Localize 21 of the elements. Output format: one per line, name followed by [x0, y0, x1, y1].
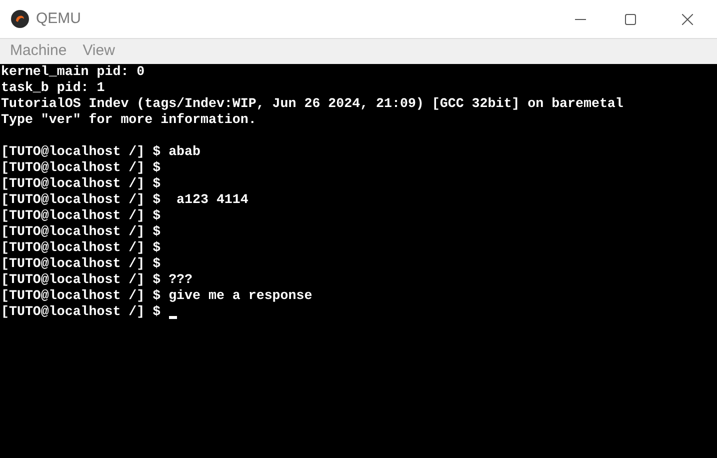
terminal-line: task_b pid: 1 [1, 80, 105, 96]
terminal-line: kernel_main pid: 0 [1, 64, 145, 80]
terminal-line: TutorialOS Indev (tags/Indev:WIP, Jun 26 2024, 21:09) [GCC 32bit] on baremetal [1, 96, 624, 112]
terminal-line: [TUTO@localhost /] $ give me a response [1, 288, 312, 304]
terminal-line: [TUTO@localhost /] $ [1, 256, 161, 272]
terminal-line: [TUTO@localhost /] $ [1, 160, 161, 176]
maximize-icon [624, 14, 636, 24]
terminal-line: [TUTO@localhost /] $ [1, 208, 161, 224]
terminal-line: Type "ver" for more information. [1, 112, 256, 128]
terminal-line: [TUTO@localhost /] $ abab [1, 144, 200, 160]
terminal-line: [TUTO@localhost /] $ [1, 224, 161, 240]
menu-item[interactable]: Machine [10, 40, 67, 63]
close-icon [682, 14, 692, 24]
menu-item[interactable]: View [82, 40, 115, 63]
terminal-line: [TUTO@localhost /] $ ??? [1, 272, 193, 288]
app-logo-icon [10, 9, 30, 29]
terminal-line: [TUTO@localhost /] $ a123 4114 [1, 192, 248, 208]
terminal-line: [TUTO@localhost /] $ [1, 240, 161, 256]
terminal-line: [TUTO@localhost /] $ [1, 176, 161, 192]
terminal-line: [TUTO@localhost /] $ [1, 304, 161, 320]
window-title: QEMU [36, 8, 81, 29]
